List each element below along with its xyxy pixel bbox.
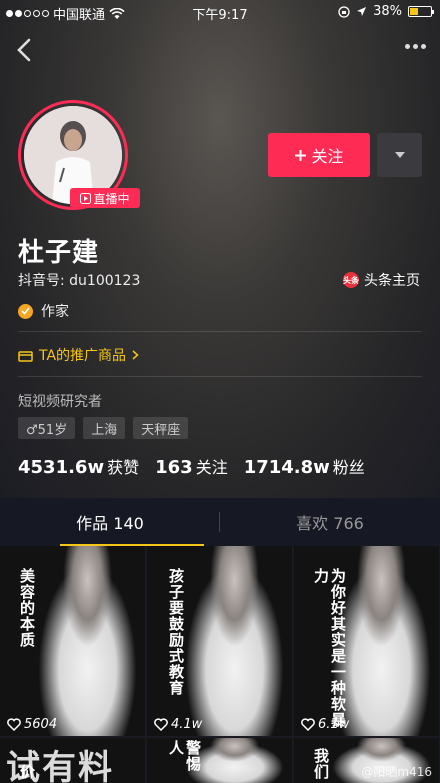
video-likes-count: 5604 [24,717,58,732]
battery-icon [408,6,434,17]
video-likes-count: 6.1w [318,717,350,732]
stat-followers-label: 粉丝 [332,458,365,477]
bio: 短视频研究者 [18,394,102,410]
video-title: 美容的本质 [18,568,36,648]
plus-icon [295,149,307,161]
video-likes: 6.1w [301,717,349,732]
stat-followers-value: 1714.8w [243,457,330,478]
toutiao-label: 头条主页 [364,273,420,289]
promo-label: TA的推广商品 [39,348,127,364]
tag-zodiac: 天秤座 [133,417,189,439]
tag-gender-age: ♂51岁 [18,417,76,439]
video-thumbnail[interactable]: 美容的本质 5604 [0,546,145,736]
battery-label: 38% [373,4,402,19]
toutiao-homepage-link[interactable]: 头条 头条主页 [343,270,420,290]
triangle-down-icon [394,152,405,158]
status-bar: 中国联通 下午9:17 38% [0,0,440,24]
stat-following[interactable]: 163 关注 [155,454,228,478]
rotation-lock-icon [338,5,350,18]
follow-label: 关注 [311,147,344,166]
video-title: 我们 [312,748,330,780]
divider [18,376,422,377]
heart-icon [301,718,315,731]
signal-icon [6,10,49,17]
live-badge[interactable]: 直播中 [70,188,140,208]
stat-likes-value: 4531.6w [18,457,105,478]
verification-label: 作家 [41,304,69,320]
stat-followers[interactable]: 1714.8w 粉丝 [244,454,365,478]
verification: 作家 [18,301,69,321]
profile-stats: 4531.6w 获赞 163 关注 1714.8w 粉丝 [18,454,365,478]
profile-name: 杜子建 [18,238,100,268]
tab-likes[interactable]: 喜欢 766 [220,498,440,546]
battery-fill [410,8,418,15]
tab-separator [219,512,220,532]
thumbnail-photo [30,546,145,736]
follow-button[interactable]: 关注 [268,133,370,177]
location-icon [357,7,367,16]
stat-following-value: 163 [155,457,193,478]
douyin-id[interactable]: 抖音号: du100123 [18,270,140,290]
back-icon[interactable] [12,36,36,64]
wifi-icon [109,7,125,19]
live-label: 直播中 [93,191,130,206]
tag-location: 上海 [83,417,126,439]
heart-icon [154,718,168,731]
tab-works[interactable]: 作品 140 [0,498,220,546]
profile-tags: ♂51岁 上海 天秤座 [18,417,189,439]
video-thumbnail[interactable]: 为你好其实是一种软暴力 6.1w [294,546,439,736]
stat-likes-label: 获赞 [107,458,140,477]
watermark-logo: 试有料 [6,748,114,783]
video-title: 孩子要鼓励式教育 [167,568,185,696]
video-thumbnail[interactable]: 警惕人 [147,738,292,783]
heart-icon [7,718,21,731]
video-likes: 5604 [7,717,57,732]
divider [18,331,422,332]
thumbnail-photo [177,546,292,736]
carrier-label: 中国联通 [53,8,106,23]
play-icon [80,192,92,204]
chevron-right-icon [132,350,139,360]
video-likes: 4.1w [154,717,202,732]
toutiao-icon: 头条 [343,272,359,288]
video-likes-count: 4.1w [171,717,203,732]
content-tabs: 作品 140 喜欢 766 [0,498,440,546]
more-icon[interactable] [405,44,426,49]
watermark-handle: @阳晒m416 [361,765,432,779]
recommend-dropdown-button[interactable] [377,133,422,177]
shop-icon [18,351,33,362]
video-title: 警惕人 [167,740,202,772]
video-title: 为你好其实是一种软暴力 [312,568,347,728]
stat-following-label: 关注 [195,458,228,477]
video-thumbnail[interactable]: 孩子要鼓励式教育 4.1w [147,546,292,736]
promoted-products-link[interactable]: TA的推广商品 [18,345,139,365]
verified-check-icon [18,303,33,319]
stat-likes[interactable]: 4531.6w 获赞 [18,454,139,478]
